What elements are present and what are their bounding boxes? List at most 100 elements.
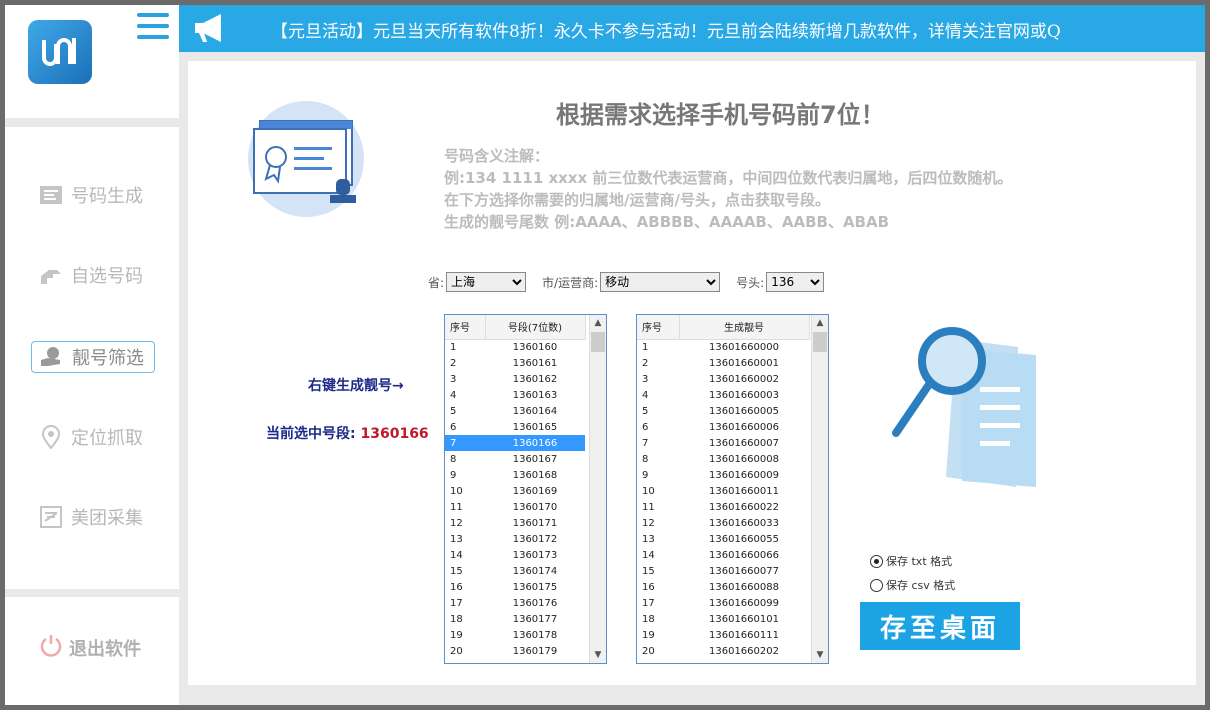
table-row[interactable]: 16 13601660088 [637, 579, 809, 595]
table-row[interactable]: 2 13601660001 [637, 355, 809, 371]
table-row[interactable]: 5 1360164 [445, 403, 585, 419]
table-cell: 1360171 [512, 517, 558, 529]
collect-icon [39, 505, 63, 529]
table-cell: 13601660111 [709, 629, 779, 641]
table-cell: 15 [450, 565, 463, 577]
announcement-text: 【元旦活动】元旦当天所有软件8折！永久卡不参与活动！元旦前会陆续新增几款软件，详… [271, 22, 1061, 42]
table-cell: 13601660002 [709, 373, 779, 385]
column-header[interactable]: 序号 [445, 315, 486, 340]
radio-csv[interactable]: 保存 csv 格式 [870, 573, 955, 597]
table-row[interactable]: 13 13601660055 [637, 531, 809, 547]
sidebar-item-pick[interactable]: 自选号码 [31, 259, 155, 291]
scroll-down-icon[interactable]: ▼ [812, 647, 828, 663]
table-row[interactable]: 10 13601660011 [637, 483, 809, 499]
table-row[interactable]: 6 13601660006 [637, 419, 809, 435]
table-cell: 1360173 [512, 549, 558, 561]
page-title: 根据需求选择手机号码前7位！ [556, 101, 885, 129]
table-row[interactable]: 3 13601660002 [637, 371, 809, 387]
table-cell: 11 [642, 501, 655, 513]
hand-pick-icon [39, 263, 63, 287]
table-row[interactable]: 9 13601660009 [637, 467, 809, 483]
announcement-bar: 【元旦活动】元旦当天所有软件8折！永久卡不参与活动！元旦前会陆续新增几款软件，详… [179, 5, 1205, 52]
table-row[interactable]: 7 13601660007 [637, 435, 809, 451]
table-row[interactable]: 20 13601660202 [637, 643, 809, 659]
table-row[interactable]: 15 1360174 [445, 563, 585, 579]
table-row[interactable]: 18 1360177 [445, 611, 585, 627]
scroll-thumb[interactable] [591, 332, 605, 352]
scroll-up-icon[interactable]: ▲ [590, 315, 606, 331]
table-row[interactable]: 6 1360165 [445, 419, 585, 435]
table-row[interactable]: 5 13601660005 [637, 403, 809, 419]
table-row[interactable]: 1 1360160 [445, 339, 585, 355]
table-row[interactable]: 4 13601660003 [637, 387, 809, 403]
current-segment-label: 当前选中号段: [266, 426, 356, 442]
table-row[interactable]: 8 1360167 [445, 451, 585, 467]
table-cell: 3 [642, 373, 649, 385]
table-row[interactable]: 19 1360178 [445, 627, 585, 643]
scroll-thumb[interactable] [813, 332, 827, 352]
table-row[interactable]: 20 1360179 [445, 643, 585, 659]
table-cell: 13601660003 [709, 389, 779, 401]
table-row[interactable]: 11 1360170 [445, 499, 585, 515]
scrollbar[interactable]: ▲ ▼ [811, 315, 828, 663]
note-line: 例:134 1111 xxxx 前三位数代表运营商，中间四位数代表归属地，后四位… [444, 169, 1013, 187]
province-label: 省: [428, 275, 445, 290]
table-cell: 13601660022 [709, 501, 779, 513]
table-row[interactable]: 7 1360166 [445, 435, 585, 451]
column-header[interactable]: 生成靓号 [679, 315, 810, 340]
scrollbar[interactable]: ▲ ▼ [589, 315, 606, 663]
table-row[interactable]: 9 1360168 [445, 467, 585, 483]
city-label: 市/运营商: [542, 275, 599, 290]
prefix-select[interactable]: 136 [766, 272, 825, 292]
sidebar-item-generate[interactable]: 号码生成 [31, 179, 155, 211]
table-row[interactable]: 10 1360169 [445, 483, 585, 499]
table-row[interactable]: 14 13601660066 [637, 547, 809, 563]
table-row[interactable]: 19 13601660111 [637, 627, 809, 643]
table-row[interactable]: 2 1360161 [445, 355, 585, 371]
table-row[interactable]: 16 1360175 [445, 579, 585, 595]
column-header[interactable]: 号段(7位数) [485, 315, 586, 340]
scroll-up-icon[interactable]: ▲ [812, 315, 828, 331]
table-row[interactable]: 18 13601660101 [637, 611, 809, 627]
table-cell: 1360165 [512, 421, 558, 433]
city-select[interactable]: 移动 [600, 272, 721, 292]
table-cell: 19 [642, 629, 655, 641]
radio-dot[interactable] [870, 554, 883, 568]
exit-button[interactable]: 退出软件 [39, 633, 141, 662]
table-row[interactable]: 17 13601660099 [637, 595, 809, 611]
table-row[interactable]: 12 13601660033 [637, 515, 809, 531]
table-row[interactable]: 13 1360172 [445, 531, 585, 547]
column-header[interactable]: 序号 [637, 315, 680, 340]
table-cell: 12 [450, 517, 463, 529]
table-cell: 8 [450, 453, 457, 465]
table-row[interactable]: 11 13601660022 [637, 499, 809, 515]
table-cell: 13601660011 [709, 485, 779, 497]
radio-txt[interactable]: 保存 txt 格式 [870, 549, 955, 573]
scroll-down-icon[interactable]: ▼ [590, 647, 606, 663]
table-row[interactable]: 8 13601660008 [637, 451, 809, 467]
menu-icon[interactable] [137, 13, 169, 43]
table-row[interactable]: 15 13601660077 [637, 563, 809, 579]
number-list[interactable]: 序号 生成靓号 1 13601660000 2 13601660001 3 1360166… [636, 314, 829, 664]
segment-list[interactable]: 序号 号段(7位数) 1 1360160 2 1360161 3 1360162 4 1360… [444, 314, 607, 664]
sidebar-item-collect[interactable]: 美团采集 [31, 501, 155, 533]
table-cell: 13601660033 [709, 517, 779, 529]
sidebar-item-filter[interactable]: 靓号筛选 [31, 341, 155, 373]
radio-dot[interactable] [870, 578, 883, 592]
table-row[interactable]: 3 1360162 [445, 371, 585, 387]
table-row[interactable]: 1 13601660000 [637, 339, 809, 355]
table-row[interactable]: 12 1360171 [445, 515, 585, 531]
table-row[interactable]: 4 1360163 [445, 387, 585, 403]
table-row[interactable]: 17 1360176 [445, 595, 585, 611]
table-cell: 9 [642, 469, 649, 481]
logo-area [5, 5, 179, 118]
save-to-desktop-button[interactable]: 存至桌面 [860, 602, 1020, 650]
province-select[interactable]: 上海 [446, 272, 527, 292]
table-row[interactable]: 14 1360173 [445, 547, 585, 563]
table-cell: 20 [450, 645, 463, 657]
location-pin-icon [39, 425, 63, 449]
sidebar-item-locate[interactable]: 定位抓取 [31, 421, 155, 453]
sidebar-item-label: 靓号筛选 [72, 348, 144, 369]
table-cell: 18 [642, 613, 655, 625]
table-cell: 4 [450, 389, 457, 401]
